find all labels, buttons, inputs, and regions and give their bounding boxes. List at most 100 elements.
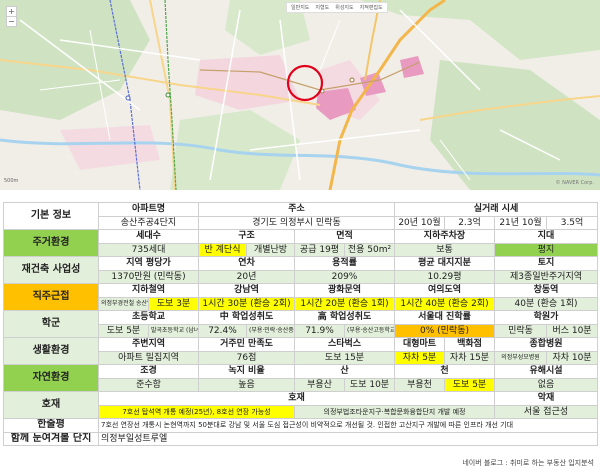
value-subway-walk: 도보 3분 [148, 296, 199, 311]
table-row: 한줄평 7호선 연장선 개통시 논현역까지 50분대로 강남 및 서울 도심 접… [3, 418, 599, 433]
zoom-in-icon[interactable]: + [7, 7, 16, 16]
header-good-news: 호재 [98, 391, 495, 406]
value-snu-rate: 0% (민락동) [394, 323, 495, 338]
value-deal1-price: 2.3억 [444, 215, 495, 230]
header-land-share: 평균 대지지분 [394, 256, 495, 271]
header-floor-area-ratio: 용적률 [294, 256, 395, 271]
category-rebuild: 재건축 사업성 [3, 256, 99, 284]
header-gwanghwamun: 광화문역 [294, 283, 395, 298]
value-yeouido: 1시간 40분 (환승 2회) [394, 296, 495, 311]
value-heating: 개별난방 [246, 242, 295, 257]
category-living: 주거환경 [3, 229, 99, 257]
map-type-cadastral[interactable]: 지적편집도 [360, 4, 383, 11]
header-land-zone: 토지 [493, 256, 599, 271]
value-exclusive-area: 전용 50m² [344, 242, 395, 257]
value-deal2-date: 21년 10월 [494, 215, 547, 230]
value-high-schools: (부용·송산고등학교) [344, 323, 395, 338]
value-hospital-time: 자차 10분 [545, 350, 599, 365]
value-landscaping: 준수함 [98, 377, 199, 392]
value-age: 20년 [198, 269, 295, 284]
header-structure: 구조 [198, 229, 295, 244]
value-gwanghwamun: 1시간 20분 (환승 1회) [294, 296, 395, 311]
header-bad-news: 악재 [493, 391, 599, 406]
header-deal-price: 실거래 시세 [393, 202, 599, 217]
category-together: 함께 눈여겨볼 단지 [3, 431, 99, 446]
table-row: 주거환경 세대수 구조 면적 지하주차장 지대 [3, 229, 599, 257]
header-changdong: 창동역 [493, 283, 599, 298]
value-middle-rate: 72.4% [198, 323, 247, 338]
value-green-ratio: 높음 [198, 377, 295, 392]
value-hazard: 없음 [493, 377, 599, 392]
header-subway: 지하철역 [98, 283, 199, 298]
value-changdong: 40분 (환승 1회) [493, 296, 599, 311]
header-green-ratio: 녹지 비율 [198, 364, 295, 379]
header-department-store: 백화점 [444, 337, 495, 352]
table-row: 기본 정보 아파트명 주소 실거래 시세 [3, 202, 599, 230]
value-price-per-pyeong: 1370만원 (민락동) [98, 269, 199, 284]
value-high-rate: 71.9% [294, 323, 345, 338]
header-satisfaction: 거주민 만족도 [198, 337, 295, 352]
header-academy: 학원가 [493, 310, 599, 325]
zoom-out-icon[interactable]: − [7, 16, 16, 26]
header-landscaping: 조경 [98, 364, 199, 379]
header-middle-achievement: 中 학업성취도 [198, 310, 295, 325]
header-gangnam: 강남역 [198, 283, 295, 298]
blog-credit: 네이버 블로그 : 취미로 하는 부동산 입지분석 [462, 459, 594, 467]
category-review: 한줄평 [3, 418, 99, 433]
value-satisfaction: 76점 [198, 350, 295, 365]
value-hospital-name: 의정부성모병원 [494, 350, 547, 365]
apartment-analysis-table: 기본 정보 아파트명 주소 실거래 시세 송산주공4단지 경기도 의정부시 민락… [3, 202, 599, 446]
table-row: 재건축 사업성 지역 평당가 연차 용적률 평균 대지지분 토지 [3, 256, 599, 284]
value-together: 의정부일성트루엘 [97, 431, 599, 446]
value-terrain: 평지 [493, 242, 599, 257]
value-middle-schools: (부용·민락·송산중학교) [246, 323, 295, 338]
map-type-terrain[interactable]: 지형도 [315, 4, 329, 11]
header-mart: 대형마트 [394, 337, 445, 352]
value-supply-area: 공급 19평 [294, 242, 345, 257]
table-row: 자연환경 조경 녹지 비율 산 천 유해시설 [3, 364, 599, 392]
map-copyright: © NAVER Corp. [555, 180, 594, 186]
table-row: 생활환경 주변지역 거주민 만족도 스타벅스 대형마트 백화점 종합병원 [3, 337, 599, 365]
category-commute: 직주근접 [3, 283, 99, 311]
map-zoom-control[interactable]: + − [6, 6, 17, 27]
category-plus: 호재 [3, 391, 99, 419]
value-elementary-name: 발곡초등학교 (남녀공학) [148, 323, 199, 338]
header-surroundings: 주변지역 [98, 337, 199, 352]
value-mountain-time: 도보 10분 [344, 377, 395, 392]
value-stream-name: 부용천 [394, 377, 445, 392]
map-type-satellite[interactable]: 위성지도 [335, 4, 353, 11]
header-mountain: 산 [294, 364, 395, 379]
header-starbucks: 스타벅스 [294, 337, 395, 352]
header-parking: 지하주차장 [394, 229, 495, 244]
value-department-store: 자차 15분 [444, 350, 495, 365]
header-elementary: 초등학교 [98, 310, 199, 325]
header-hospital: 종합병원 [493, 337, 599, 352]
table-row: 함께 눈여겨볼 단지 의정부일성트루엘 [3, 431, 599, 446]
header-apt-name: 아파트명 [98, 202, 199, 217]
header-age: 연차 [198, 256, 295, 271]
table-row: 호재 호재 악재 [3, 391, 599, 419]
value-land-zone: 제3종일반주거지역 [493, 269, 599, 284]
header-high-achievement: 高 학업성취도 [294, 310, 395, 325]
category-school: 학군 [3, 310, 99, 338]
map-scale: 500m [4, 178, 19, 184]
value-floor-area-ratio: 209% [294, 269, 395, 284]
table-row: 학군 초등학교 中 학업성취도 高 학업성취도 서울대 진학률 학원가 [3, 310, 599, 338]
value-stream-time: 도보 5분 [444, 377, 495, 392]
header-yeouido: 여의도역 [394, 283, 495, 298]
map-type-toolbar[interactable]: 일반지도 지형도 위성지도 지적편집도 [286, 2, 388, 13]
category-basic: 기본 정보 [3, 202, 99, 230]
header-households: 세대수 [98, 229, 199, 244]
value-good-news-1: 7호선 탑석역 개통 예정(25년), 8호선 연장 가능성 [98, 404, 295, 419]
value-structure-type: 반 계단식 [198, 242, 247, 257]
value-subway-line: 의정부경전철 송산역 [98, 296, 149, 311]
map-canvas[interactable] [0, 0, 600, 190]
value-bad-news: 서울 접근성 [493, 404, 599, 419]
value-good-news-2: 의정부법조타운지구·복합문화융합단지 개발 예정 [294, 404, 495, 419]
header-price-per-pyeong: 지역 평당가 [98, 256, 199, 271]
category-life: 생활환경 [3, 337, 99, 365]
map-view[interactable]: 일반지도 지형도 위성지도 지적편집도 + − 500m © NAVER Cor… [0, 0, 600, 190]
value-mountain-name: 부용산 [294, 377, 345, 392]
header-address: 주소 [198, 202, 395, 217]
map-type-basic[interactable]: 일반지도 [291, 4, 309, 11]
